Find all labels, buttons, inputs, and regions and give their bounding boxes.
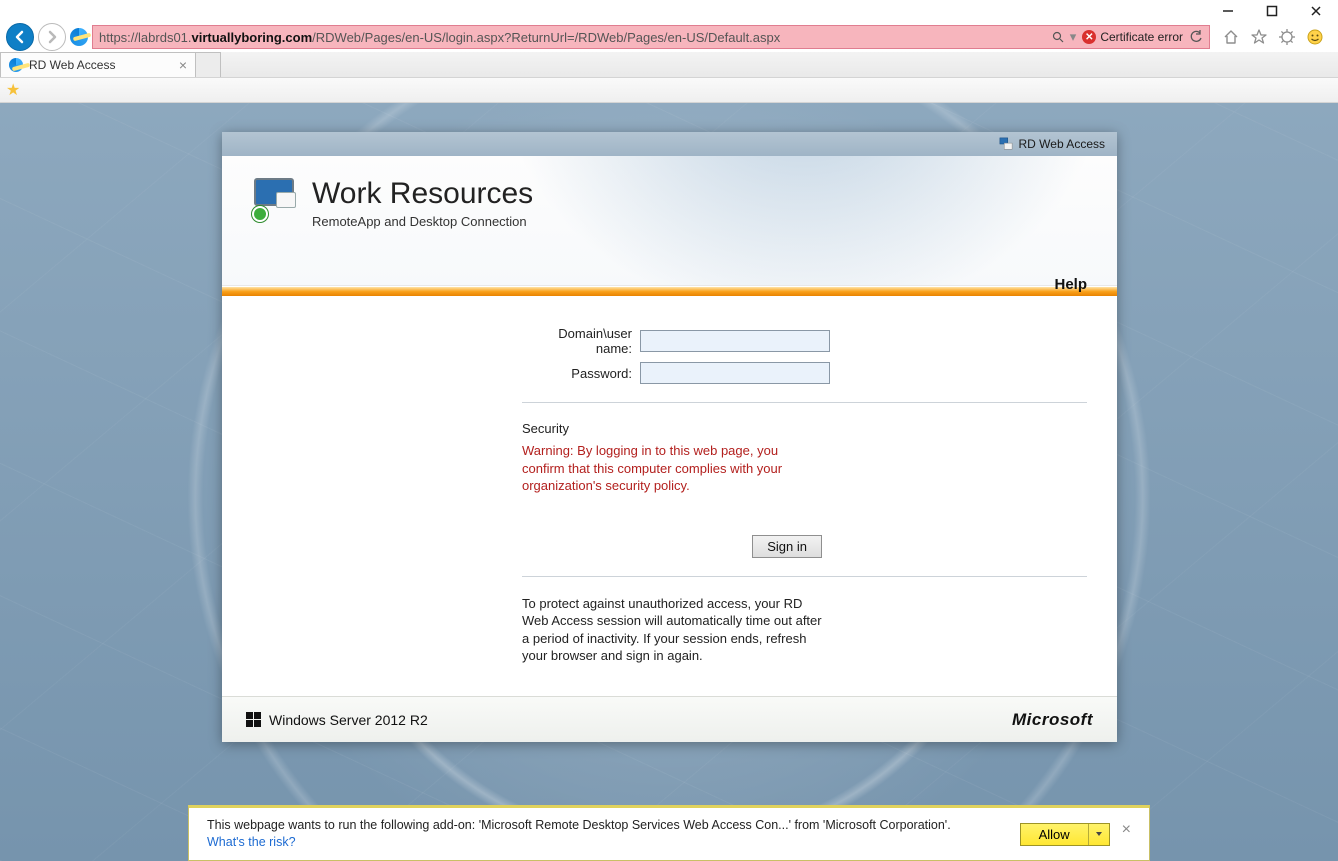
- tools-icon[interactable]: [1278, 28, 1296, 46]
- brand-zone: Work Resources RemoteApp and Desktop Con…: [222, 156, 1117, 286]
- panel-header: RD Web Access: [222, 132, 1117, 156]
- browser-nav-row: https://labrds01.virtuallyboring.com/RDW…: [0, 22, 1338, 52]
- tab-strip: RD Web Access ×: [0, 52, 1338, 78]
- cert-error-icon: ✕: [1082, 30, 1096, 44]
- windows-logo-icon: [246, 712, 261, 727]
- cert-error-label: Certificate error: [1100, 30, 1183, 44]
- work-resources-icon: [252, 178, 298, 220]
- password-label: Password:: [522, 366, 632, 381]
- tab-close-icon[interactable]: ×: [179, 58, 187, 72]
- page-title: Work Resources: [312, 178, 533, 210]
- security-heading: Security: [522, 421, 1087, 436]
- username-input[interactable]: [640, 330, 830, 352]
- nav-forward-button[interactable]: [38, 23, 66, 51]
- add-favorite-icon[interactable]: ★: [6, 80, 20, 100]
- panel-header-label: RD Web Access: [1019, 137, 1105, 151]
- help-link[interactable]: Help: [1054, 276, 1087, 293]
- password-input[interactable]: [640, 362, 830, 384]
- tab-rd-web-access[interactable]: RD Web Access ×: [0, 52, 196, 77]
- security-warning: Warning: By logging in to this web page,…: [522, 442, 822, 495]
- tab-favicon: [9, 58, 23, 72]
- panel-footer: Windows Server 2012 R2 Microsoft: [222, 696, 1117, 742]
- favorites-icon[interactable]: [1250, 28, 1268, 46]
- certificate-error[interactable]: ✕ Certificate error: [1082, 30, 1183, 44]
- login-panel: RD Web Access Work Resources RemoteApp a…: [222, 132, 1117, 742]
- nav-back-button[interactable]: [6, 23, 34, 51]
- browser-viewport: RD Web Access Work Resources RemoteApp a…: [0, 103, 1338, 861]
- allow-dropdown-button[interactable]: [1089, 824, 1109, 845]
- new-tab-button[interactable]: [195, 52, 221, 77]
- refresh-icon[interactable]: [1189, 30, 1203, 44]
- allow-button[interactable]: Allow: [1021, 824, 1089, 845]
- address-url: https://labrds01.virtuallyboring.com/RDW…: [99, 30, 1046, 45]
- microsoft-brand: Microsoft: [1012, 710, 1093, 730]
- tab-title: RD Web Access: [29, 58, 115, 72]
- windows-server-brand: Windows Server 2012 R2: [246, 712, 428, 728]
- sign-in-button[interactable]: Sign in: [752, 535, 822, 558]
- username-label: Domain\user name:: [522, 326, 632, 356]
- timeout-note: To protect against unauthorized access, …: [522, 595, 832, 665]
- allow-button-group: Allow: [1020, 823, 1110, 846]
- rd-web-access-icon: [999, 137, 1013, 151]
- window-titlebar: [0, 0, 1338, 22]
- accent-separator: [222, 287, 1117, 296]
- notification-close-icon[interactable]: ×: [1122, 821, 1131, 839]
- home-icon[interactable]: [1222, 28, 1240, 46]
- login-form: Domain\user name: Password: Security War…: [222, 296, 1117, 675]
- ie-page-icon: [70, 28, 88, 46]
- windows-server-label: Windows Server 2012 R2: [269, 712, 428, 728]
- whats-the-risk-link[interactable]: What's the risk?: [207, 835, 296, 849]
- page-subtitle: RemoteApp and Desktop Connection: [312, 214, 533, 229]
- addon-notification-bar: This webpage wants to run the following …: [188, 805, 1150, 861]
- notification-text: This webpage wants to run the following …: [207, 818, 951, 832]
- search-icon[interactable]: [1052, 31, 1064, 43]
- smiley-icon[interactable]: [1306, 28, 1324, 46]
- window-close-button[interactable]: [1294, 0, 1338, 22]
- window-minimize-button[interactable]: [1206, 0, 1250, 22]
- address-bar[interactable]: https://labrds01.virtuallyboring.com/RDW…: [92, 25, 1210, 49]
- favorites-bar: ★: [0, 78, 1338, 103]
- window-maximize-button[interactable]: [1250, 0, 1294, 22]
